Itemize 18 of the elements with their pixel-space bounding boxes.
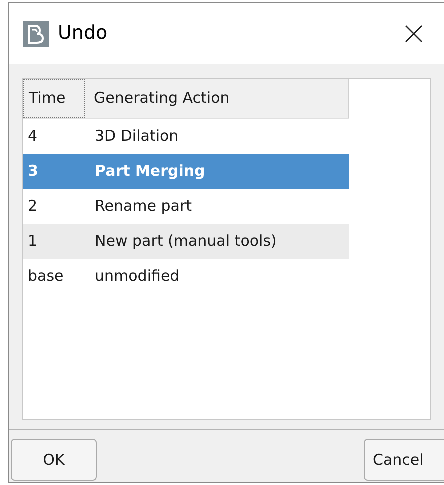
column-header[interactable]: Generating Action: [85, 79, 349, 118]
action-cell-text: New part (manual tools): [94, 231, 277, 252]
ok-button[interactable]: OK: [11, 439, 97, 481]
time-cell-text: 4: [27, 126, 39, 148]
app-logo-icon: [23, 20, 49, 46]
close-icon: [404, 24, 424, 44]
column-header[interactable]: Time: [23, 79, 85, 118]
time-cell-text: base: [27, 266, 65, 288]
time-cell-text: 2: [27, 196, 39, 218]
cancel-button[interactable]: Cancel: [364, 439, 444, 481]
window-title: Undo: [58, 21, 108, 46]
action-cell-text: Rename part: [94, 196, 192, 218]
action-cell-text: 3D Dilation: [94, 126, 179, 148]
table-row[interactable]: 1 New part (manual tools): [23, 224, 349, 259]
action-cell-text: Part Merging: [94, 161, 206, 182]
action-cell-text: unmodified: [94, 266, 180, 288]
time-cell-text: 3: [27, 161, 40, 182]
time-cell-text: 1: [27, 231, 39, 252]
